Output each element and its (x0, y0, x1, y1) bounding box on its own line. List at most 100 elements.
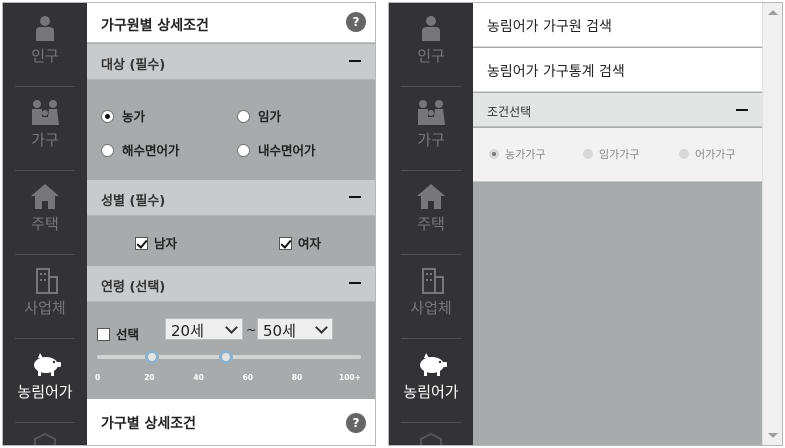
radio-forestry-household-label: 임가가구 (599, 148, 640, 161)
age-select-checkbox[interactable]: 선택 (97, 324, 139, 343)
age-to-select[interactable]: 50세 (257, 318, 333, 340)
member-detail-title: 가구원별 상세조건 (101, 18, 209, 34)
age-section-label: 연령 (선택) (101, 280, 166, 295)
age-range-separator: ~ (246, 322, 257, 337)
radio-button[interactable] (583, 149, 593, 159)
nav-label: 농림어가 (17, 383, 73, 401)
family-icon (32, 100, 59, 125)
house-icon (417, 184, 445, 209)
partial-nav-icon (34, 433, 56, 445)
age-section-header[interactable]: 연령 (선택) (87, 266, 375, 302)
help-icon[interactable]: ? (346, 12, 366, 32)
nav-item-business[interactable]: 사업체 (389, 255, 473, 339)
nav-label: 가구 (31, 131, 59, 149)
nav-item-business[interactable]: 사업체 (3, 255, 87, 339)
slider-tick-label: 80 (291, 373, 303, 382)
nav-item-population[interactable]: 인구 (389, 3, 473, 87)
age-to-value: 50세 (263, 322, 296, 340)
radio-sea-fishery[interactable]: 해수면어가 (101, 140, 180, 159)
partial-nav-icon (420, 433, 442, 445)
radio-button[interactable] (679, 149, 689, 159)
checkbox[interactable] (135, 237, 148, 250)
nav-label: 농림어가 (403, 383, 459, 401)
house-icon (31, 184, 59, 209)
nav-item-agri-forestry-fishery[interactable]: 농림어가 (389, 339, 473, 423)
nav-label: 인구 (31, 47, 59, 65)
checkbox[interactable] (97, 328, 110, 341)
pig-icon (420, 353, 447, 376)
nav-divider (15, 422, 75, 423)
checkbox-male-label: 남자 (154, 236, 178, 251)
radio-button[interactable] (101, 144, 114, 157)
nav-item-agri-forestry-fishery[interactable]: 농림어가 (3, 339, 87, 423)
age-from-select[interactable]: 20세 (165, 318, 243, 340)
radio-button[interactable] (237, 110, 250, 123)
checkbox-male[interactable]: 남자 (135, 233, 177, 252)
radio-button[interactable] (101, 110, 114, 123)
age-slider-min-handle[interactable] (145, 350, 160, 364)
scroll-up-icon[interactable] (768, 10, 778, 15)
scroll-down-icon[interactable] (768, 433, 778, 438)
checkbox-female[interactable]: 여자 (279, 233, 321, 252)
vertical-scrollbar[interactable] (762, 3, 782, 445)
collapse-icon[interactable] (736, 109, 748, 111)
chevron-down-icon (225, 321, 238, 334)
target-section-header[interactable]: 대상 (필수) (87, 44, 375, 80)
household-detail-title: 가구별 상세조건 (101, 416, 197, 432)
gender-section-header[interactable]: 성별 (필수) (87, 180, 375, 216)
person-icon (422, 16, 440, 41)
member-detail-title-bar: 가구원별 상세조건 ? (87, 3, 375, 43)
radio-farm-household[interactable]: 농가가구 (489, 146, 545, 162)
building-icon (422, 268, 444, 294)
nav-label: 가구 (417, 131, 445, 149)
help-icon[interactable]: ? (346, 413, 366, 433)
nav-label: 주택 (31, 215, 59, 233)
collapse-icon[interactable] (349, 60, 361, 62)
nav-item-population[interactable]: 인구 (3, 3, 87, 87)
nav-item-housing[interactable]: 주택 (3, 171, 87, 255)
radio-farm[interactable]: 농가 (101, 106, 145, 125)
slider-tick-label: 60 (242, 373, 254, 382)
radio-farm-label: 농가 (122, 109, 146, 124)
radio-fishery-household[interactable]: 어가가구 (679, 146, 735, 162)
radio-inland-fishery-label: 내수면어가 (258, 143, 316, 158)
search-content: 농림어가 가구원 검색 농림어가 가구통계 검색 조건선택 농가가구 임가가구 … (473, 3, 762, 445)
household-detail-title-bar: 가구별 상세조건 ? (87, 399, 375, 445)
member-search-link[interactable]: 농림어가 가구원 검색 (473, 3, 762, 47)
radio-forestry-household[interactable]: 임가가구 (583, 146, 639, 162)
stats-search-link[interactable]: 농림어가 가구통계 검색 (473, 48, 762, 92)
radio-button[interactable] (237, 144, 250, 157)
gender-section-label: 성별 (필수) (101, 194, 166, 209)
target-section-label: 대상 (필수) (101, 58, 166, 73)
nav-label: 인구 (417, 47, 445, 65)
radio-sea-fishery-label: 해수면어가 (122, 143, 180, 158)
side-nav: 인구 가구 주택 사업체 농림어가 (389, 3, 473, 445)
chevron-down-icon (315, 321, 328, 334)
condition-section-header[interactable]: 조건선택 (473, 93, 762, 127)
family-icon (418, 100, 445, 125)
radio-button[interactable] (489, 149, 499, 159)
nav-item-household[interactable]: 가구 (3, 87, 87, 171)
slider-tick-label: 40 (193, 373, 204, 382)
condition-options: 농가가구 임가가구 어가가구 (473, 128, 762, 182)
radio-forestry-label: 임가 (258, 109, 282, 124)
nav-item-household[interactable]: 가구 (389, 87, 473, 171)
radio-fishery-household-label: 어가가구 (695, 148, 736, 161)
nav-label: 사업체 (410, 299, 452, 317)
radio-forestry[interactable]: 임가 (237, 106, 281, 125)
slider-tick-label: 0 (95, 373, 101, 382)
slider-tick-label: 20 (144, 373, 155, 382)
checkbox[interactable] (279, 237, 292, 250)
radio-farm-household-label: 농가가구 (505, 148, 546, 161)
nav-label: 사업체 (24, 299, 66, 317)
nav-item-housing[interactable]: 주택 (389, 171, 473, 255)
slider-tick-label: 100+ (339, 373, 361, 382)
right-panel: 인구 가구 주택 사업체 농림어가 농림어가 가구원 검색 농림어가 가구통계 … (388, 2, 783, 446)
collapse-icon[interactable] (349, 282, 361, 284)
radio-inland-fishery[interactable]: 내수면어가 (237, 140, 316, 159)
checkbox-female-label: 여자 (298, 236, 322, 251)
collapse-icon[interactable] (349, 196, 361, 198)
age-slider-max-handle[interactable] (219, 350, 233, 364)
nav-divider (401, 422, 461, 423)
age-from-value: 20세 (171, 322, 204, 340)
